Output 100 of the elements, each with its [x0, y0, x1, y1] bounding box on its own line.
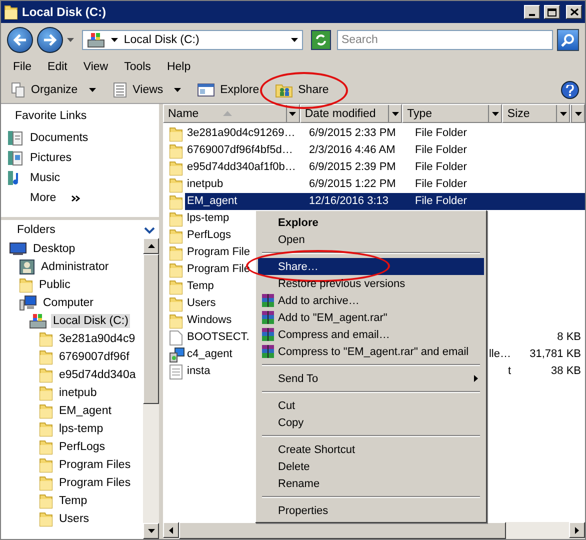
window-icon [197, 83, 216, 97]
tree-item[interactable]: Administrator [39, 260, 111, 274]
caret-icon [289, 112, 296, 116]
archive-books-icon [261, 327, 275, 342]
tree-item[interactable]: Program Files [57, 458, 133, 472]
folder-icon [39, 439, 53, 455]
folder-icon [169, 228, 183, 244]
file-name[interactable]: c4_agent [185, 346, 234, 363]
file-name[interactable]: e95d74dd340af1f0b… [185, 159, 298, 176]
caret-icon [392, 112, 399, 116]
archive-books-icon [261, 344, 275, 359]
vertical-scrollbar[interactable] [143, 238, 159, 539]
more-link[interactable]: More [30, 192, 56, 204]
table-cell: t [508, 365, 511, 377]
menu-item[interactable]: Help [158, 59, 199, 75]
file-name[interactable]: PerfLogs [185, 227, 234, 244]
tree-item[interactable]: Users [57, 512, 92, 526]
forward-button[interactable] [36, 27, 63, 53]
file-name[interactable]: Temp [185, 278, 216, 295]
file-name[interactable]: 6769007df96f4bf5d… [185, 142, 295, 159]
file-name[interactable]: inetpub [185, 176, 226, 193]
tree-item[interactable]: lps-temp [57, 422, 106, 436]
file-name[interactable]: EM_agent [185, 193, 240, 210]
column-header[interactable]: Name [163, 104, 300, 123]
menu-item[interactable]: Edit [40, 59, 76, 75]
menu-item[interactable]: Rename [258, 475, 484, 492]
favorite-link[interactable]: Documents [30, 132, 88, 144]
caret-icon [88, 88, 96, 92]
tree-item[interactable]: 6769007df96f [57, 350, 132, 364]
menu-item[interactable]: Share… [258, 258, 484, 275]
archive-books-icon [261, 293, 275, 308]
tree-item[interactable]: PerfLogs [57, 440, 108, 454]
column-header[interactable]: Date modified [300, 104, 402, 123]
tree-item[interactable]: Public [37, 278, 72, 292]
tree-item[interactable]: e95d74dd340a [57, 368, 138, 382]
menu-item[interactable]: Open [258, 231, 484, 248]
tree-item[interactable]: Temp [57, 494, 90, 508]
menu-item[interactable]: Compress to "EM_agent.rar" and email [258, 343, 484, 360]
address-path[interactable]: Local Disk (C:) [124, 34, 286, 46]
menu-item[interactable]: Compress and email… [258, 326, 484, 343]
file-name[interactable]: Program File [185, 261, 252, 278]
file-name[interactable]: 3e281a90d4c91269… [185, 125, 298, 142]
menu-item[interactable]: Explore [258, 214, 484, 231]
minimize-button[interactable] [524, 5, 540, 19]
file-name[interactable]: Windows [185, 312, 234, 329]
toolbar-button[interactable]: Share [272, 80, 332, 100]
menu-item[interactable]: File [5, 59, 40, 75]
favorite-link[interactable]: Pictures [30, 152, 72, 164]
folder-icon [169, 296, 183, 312]
tree-item[interactable]: Computer [41, 296, 96, 310]
toolbar-button[interactable]: Views [108, 80, 184, 100]
column-header[interactable]: Type [402, 104, 502, 123]
tree-item[interactable]: EM_agent [57, 404, 114, 418]
tree-item[interactable]: Desktop [31, 242, 78, 256]
menu-item[interactable]: Copy [258, 414, 484, 431]
folder-icon [169, 210, 183, 226]
tree-item[interactable]: Local Disk (C:) [51, 314, 130, 328]
monitor-icon [9, 242, 27, 256]
tree-item[interactable]: 3e281a90d4c9 [57, 332, 138, 346]
table-cell: 31,781 KB [530, 348, 581, 360]
double-chevron-icon[interactable] [71, 194, 80, 202]
menu-item[interactable]: Add to archive… [258, 292, 484, 309]
column-header[interactable]: Size [502, 104, 570, 123]
file-name[interactable]: lps-temp [185, 210, 232, 227]
list-view-icon [112, 82, 128, 98]
tree-item[interactable]: Program Files [57, 476, 133, 490]
menu-item[interactable]: Send To [258, 370, 484, 387]
menu-item[interactable]: Delete [258, 458, 484, 475]
menu-item[interactable]: Properties [258, 502, 484, 519]
share-icon [275, 82, 294, 98]
close-button[interactable] [566, 5, 582, 19]
history-caret-icon[interactable] [66, 38, 74, 42]
folder-icon [39, 331, 53, 347]
favorite-link[interactable]: Music [30, 172, 60, 184]
folder-icon [39, 475, 53, 491]
refresh-button[interactable] [311, 30, 332, 50]
help-button[interactable] [561, 81, 579, 99]
tree-item[interactable]: inetpub [57, 386, 99, 400]
file-name[interactable]: insta [185, 363, 212, 380]
selected-row-highlight[interactable]: EM_agent 12/16/2016 3:13 File Folder [185, 193, 585, 210]
menu-item[interactable]: Tools [116, 59, 159, 75]
menu-item[interactable]: View [75, 59, 116, 75]
search-field[interactable]: Search [337, 30, 554, 50]
maximize-button[interactable] [544, 5, 560, 19]
back-button[interactable] [7, 27, 33, 53]
menu-item[interactable]: Create Shortcut [258, 441, 484, 458]
collapse-chevron-icon[interactable] [144, 226, 155, 234]
search-button[interactable] [557, 29, 580, 51]
table-cell: 2/3/2016 4:46 AM [309, 144, 396, 156]
toolbar-button[interactable]: Organize [7, 80, 99, 100]
horizontal-scrollbar[interactable] [163, 522, 585, 539]
toolbar-button[interactable]: Explore [194, 81, 262, 99]
menu-item[interactable]: Restore previous versions [258, 275, 484, 292]
menu-item[interactable]: Add to "EM_agent.rar" [258, 309, 484, 326]
table-cell: lle… [488, 348, 511, 360]
menu-item[interactable]: Cut [258, 397, 484, 414]
file-name[interactable]: Program File [185, 244, 252, 261]
file-name[interactable]: BOOTSECT. [185, 329, 252, 346]
file-name[interactable]: Users [185, 295, 218, 312]
address-bar[interactable]: Local Disk (C:) [82, 30, 304, 50]
